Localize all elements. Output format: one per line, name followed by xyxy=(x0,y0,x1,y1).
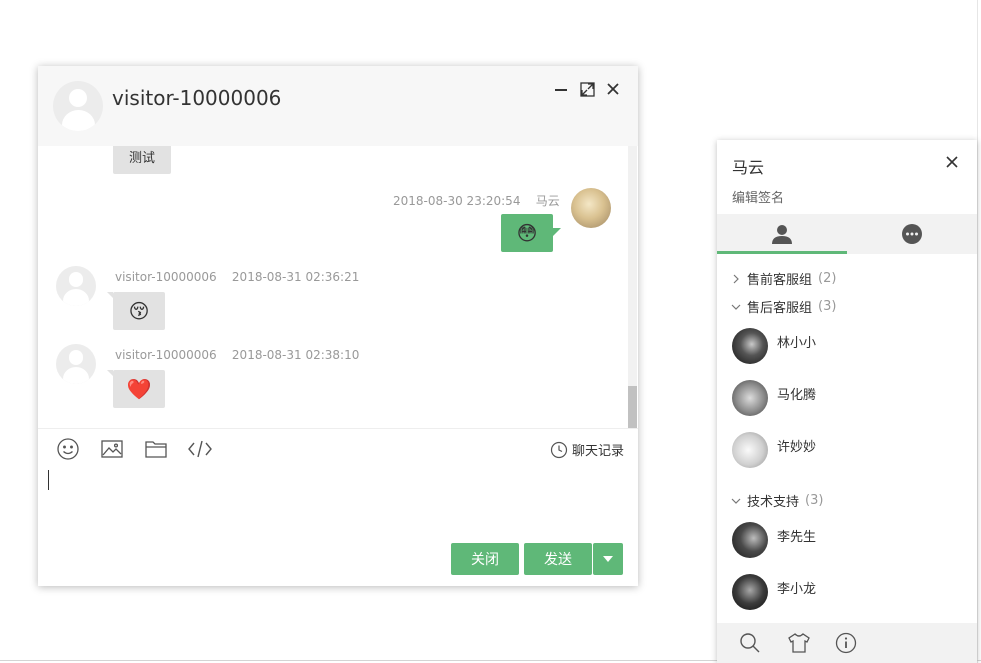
send-button[interactable]: 发送 xyxy=(524,543,592,575)
chevron-down-icon xyxy=(731,304,741,310)
message-text: 测试 xyxy=(128,150,155,166)
code-icon[interactable] xyxy=(187,437,212,461)
skin-icon[interactable] xyxy=(787,632,810,654)
group-label: 售后客服组 xyxy=(747,301,813,316)
friend-item[interactable]: 许妙妙 xyxy=(732,432,972,472)
send-label: 发送 xyxy=(544,552,572,568)
friend-item[interactable]: 李小龙 xyxy=(732,574,972,614)
chat-header[interactable]: visitor-10000006 xyxy=(38,66,638,146)
active-tab-indicator xyxy=(717,251,847,254)
message-bubble: 测试 xyxy=(113,146,171,174)
avatar xyxy=(732,432,768,468)
friend-name: 李小龙 xyxy=(777,582,817,597)
friend-name: 林小小 xyxy=(777,336,817,351)
heart-icon: ❤️ xyxy=(126,377,152,401)
folder-icon[interactable] xyxy=(144,437,168,461)
friend-item[interactable]: 林小小 xyxy=(732,328,972,368)
signature-field[interactable]: 编辑签名 xyxy=(732,187,784,206)
message-time: 2018-08-31 02:36:21 xyxy=(231,270,360,284)
avatar xyxy=(732,328,768,364)
smile-icon[interactable] xyxy=(56,437,80,461)
chat-title: visitor-10000006 xyxy=(112,86,282,110)
close-chat-label: 关闭 xyxy=(471,552,499,568)
search-icon[interactable] xyxy=(739,632,761,654)
maximize-icon[interactable] xyxy=(578,80,596,98)
group-count: (3) xyxy=(818,299,837,314)
group-presales[interactable]: 售前客服组 (2) xyxy=(731,269,836,288)
panel-footer xyxy=(717,623,977,663)
friend-name: 李先生 xyxy=(777,530,817,545)
message-time: 2018-08-30 23:20:54 xyxy=(393,194,521,208)
avatar xyxy=(732,522,768,558)
group-label: 售前客服组 xyxy=(747,273,813,288)
close-chat-button[interactable]: 关闭 xyxy=(451,543,519,575)
group-count: (2) xyxy=(818,271,837,286)
message-author: 马云 xyxy=(535,194,560,208)
panel-tabs xyxy=(717,214,977,254)
image-icon[interactable] xyxy=(100,437,124,461)
group-count: (3) xyxy=(805,493,824,508)
avatar xyxy=(732,380,768,416)
message-author: visitor-10000006 xyxy=(115,348,217,362)
friend-item[interactable]: 马化腾 xyxy=(732,380,972,420)
send-options-dropdown[interactable] xyxy=(593,543,623,575)
tab-friends[interactable] xyxy=(717,214,847,254)
message-bubble: 😳 xyxy=(501,214,561,252)
message-input[interactable] xyxy=(38,469,638,539)
caret-down-icon xyxy=(603,556,613,562)
message-bubble: ❤️ xyxy=(107,370,165,408)
chat-history-button[interactable]: 聊天记录 xyxy=(550,440,624,459)
chevron-down-icon xyxy=(731,498,741,504)
visitor-avatar xyxy=(53,81,103,131)
agent-avatar xyxy=(571,188,611,228)
chat-history-label: 聊天记录 xyxy=(571,444,624,459)
friend-item[interactable]: 李先生 xyxy=(732,522,972,562)
chevron-right-icon xyxy=(733,274,739,283)
contacts-panel: 马云 编辑签名 售前客服组 (2) 售后客服组 (3) 林小小 马化腾 许妙妙 … xyxy=(717,140,977,663)
message-meta: visitor-10000006 2018-08-31 02:38:10 xyxy=(115,348,359,362)
panel-user-name: 马云 xyxy=(732,158,765,177)
text-caret xyxy=(48,470,49,490)
message-bubble: 😚 xyxy=(107,292,165,330)
chat-window: visitor-10000006 测试 2018-08-30 23:20:54 … xyxy=(38,66,638,586)
tab-chats[interactable] xyxy=(847,214,977,254)
emoji-icon: 😚 xyxy=(128,299,150,323)
group-label: 技术支持 xyxy=(747,495,800,510)
message-author: visitor-10000006 xyxy=(115,270,217,284)
group-tech-support[interactable]: 技术支持 (3) xyxy=(731,491,823,510)
avatar xyxy=(732,574,768,610)
message-meta: visitor-10000006 2018-08-31 02:36:21 xyxy=(115,270,359,284)
visitor-avatar xyxy=(56,266,96,306)
message-meta: 2018-08-30 23:20:54 马云 xyxy=(393,192,560,209)
chat-bubble-icon xyxy=(902,224,922,244)
info-icon[interactable] xyxy=(835,632,857,654)
message-time: 2018-08-31 02:38:10 xyxy=(231,348,360,362)
minimize-icon[interactable] xyxy=(552,80,570,98)
scrollbar-thumb[interactable] xyxy=(628,386,637,428)
visitor-avatar xyxy=(56,344,96,384)
emoji-icon: 😳 xyxy=(516,221,538,245)
friend-name: 马化腾 xyxy=(777,388,817,403)
close-icon[interactable] xyxy=(943,153,961,171)
group-aftersales[interactable]: 售后客服组 (3) xyxy=(731,297,836,316)
close-icon[interactable] xyxy=(604,80,622,98)
friend-name: 许妙妙 xyxy=(777,440,817,455)
chat-toolbar: 聊天记录 xyxy=(38,428,638,469)
background-divider-vertical xyxy=(977,0,978,663)
clock-icon xyxy=(550,441,568,458)
friends-icon xyxy=(772,225,792,244)
message-list[interactable]: 测试 2018-08-30 23:20:54 马云 😳 visitor-1000… xyxy=(38,146,638,428)
